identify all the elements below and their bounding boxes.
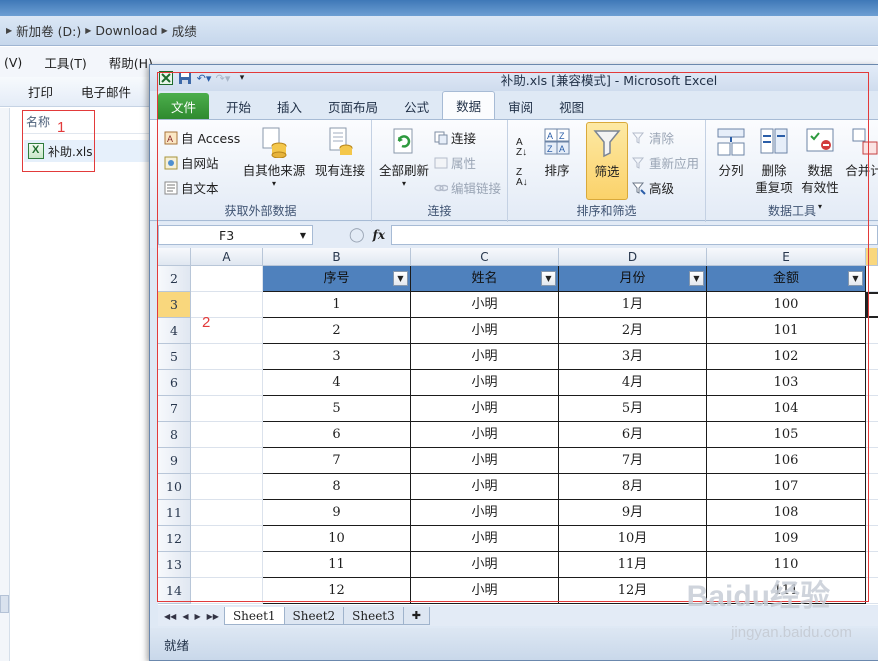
insert-sheet-icon: ✚ <box>411 609 421 622</box>
breadcrumb-arrow-icon: ▶ <box>85 26 92 35</box>
breadcrumb-folder[interactable]: 成绩 <box>172 21 197 40</box>
sheet-navigation: ◀◀ ◀ ▶ ▶▶ <box>158 612 225 621</box>
navigation-pane <box>0 108 10 661</box>
next-sheet-icon[interactable]: ▶ <box>194 612 200 621</box>
first-sheet-icon[interactable]: ◀◀ <box>164 612 176 621</box>
breadcrumb-drive[interactable]: 新加卷 (D:) <box>16 21 81 40</box>
watermark: Baidu经验 <box>686 580 830 613</box>
watermark-url: jingyan.baidu.com <box>731 624 852 641</box>
explorer-titlebar <box>0 0 878 16</box>
annotation-label-2: 2 <box>202 314 211 331</box>
sheet-tab-1[interactable]: Sheet1 <box>223 607 285 625</box>
insert-sheet-button[interactable]: ✚ <box>402 607 430 625</box>
print-button[interactable]: 打印 <box>0 82 63 101</box>
last-sheet-icon[interactable]: ▶▶ <box>207 612 219 621</box>
menu-view[interactable]: (V) <box>0 53 26 72</box>
prev-sheet-icon[interactable]: ◀ <box>182 612 188 621</box>
annotation-label-1: 1 <box>57 119 66 136</box>
status-ready: 就绪 <box>164 637 190 653</box>
breadcrumb-arrow-icon: ▶ <box>6 26 13 35</box>
address-bar[interactable]: ▶ 新加卷 (D:) ▶ Download ▶ 成绩 <box>0 16 878 46</box>
nav-scrollbar[interactable] <box>0 595 9 613</box>
breadcrumb-arrow-icon: ▶ <box>161 26 168 35</box>
breadcrumb-download[interactable]: Download <box>95 23 157 38</box>
menu-tools[interactable]: 工具(T) <box>40 51 90 74</box>
sheet-tab-3[interactable]: Sheet3 <box>343 607 404 625</box>
sheet-tab-2[interactable]: Sheet2 <box>283 607 345 625</box>
annotation-box-2 <box>157 72 869 602</box>
email-button[interactable]: 电子邮件 <box>63 82 141 101</box>
